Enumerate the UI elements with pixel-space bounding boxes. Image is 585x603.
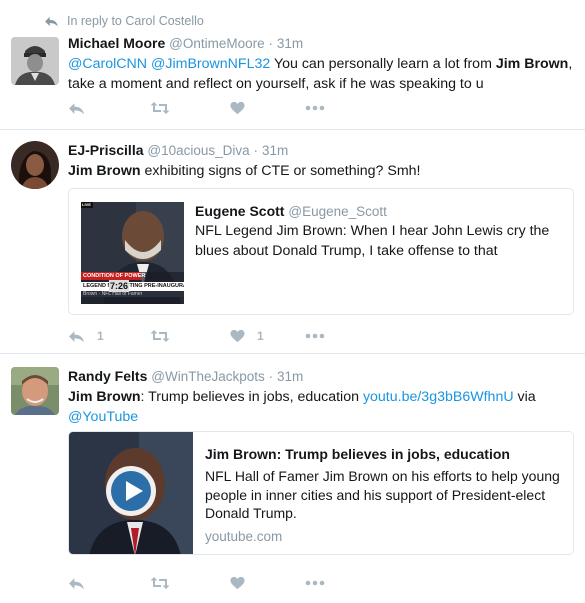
quoted-author-name[interactable]: Eugene Scott [195,203,284,219]
reply-icon [69,577,84,589]
author-handle[interactable]: @WinTheJackpots [151,369,265,384]
tweet-header: Randy Felts @WinTheJackpots · 31m [68,367,573,386]
tweet[interactable]: Michael Moore @OntimeMoore · 31m @CarolC… [0,0,585,130]
mention-link[interactable]: @YouTube [68,409,138,425]
tweet-text-part: exhibiting signs of CTE or something? Sm… [140,163,421,179]
avatar[interactable] [11,367,59,415]
retweet-button[interactable] [150,576,230,590]
thumbnail-banner: CONDITION OF POWER [83,273,146,279]
tweet-text: @CarolCNN @JimBrownNFL32 You can persona… [68,55,573,94]
separator-dot: · [268,369,274,384]
reply-button[interactable] [68,102,150,115]
author-name[interactable]: Michael Moore [68,35,165,51]
retweet-icon [150,577,170,589]
author-handle[interactable]: @10acious_Diva [147,143,249,158]
timestamp[interactable]: 31m [277,36,303,51]
tweet-header: EJ-Priscilla @10acious_Diva · 31m [68,141,573,160]
url-link[interactable]: youtu.be/3g3bB6WfhnU [363,389,514,405]
separator-dot: · [268,36,274,51]
more-dots-icon [305,333,325,339]
heart-icon [230,329,245,343]
like-button[interactable] [230,576,305,590]
like-button[interactable] [230,101,305,115]
reply-count: 1 [97,329,104,343]
tweet[interactable]: Randy Felts @WinTheJackpots · 31m Jim Br… [0,354,585,603]
more-dots-icon [305,105,325,111]
separator-dot: · [253,143,259,158]
heart-icon [230,576,245,590]
thumbnail-tag: LIVE [82,202,91,207]
author-name[interactable]: EJ-Priscilla [68,142,144,158]
quoted-tweet-header: Eugene Scott @Eugene_Scott [195,202,561,221]
video-thumbnail[interactable] [69,432,193,554]
quoted-tweet-thumbnail[interactable]: LIVE CONDITION OF POWER LEGEND NO-HOSTIN… [81,202,184,304]
thumbnail-caption: Brown · NFL Hall of Famer [83,291,143,297]
more-dots-icon [305,580,325,586]
tweet[interactable]: EJ-Priscilla @10acious_Diva · 31m Jim Br… [0,130,585,354]
reply-button[interactable] [68,577,150,590]
like-count: 1 [257,329,264,343]
like-button[interactable]: 1 [230,329,305,343]
retweet-button[interactable] [150,101,230,115]
retweet-icon [150,102,170,114]
highlighted-term: Jim Brown [68,163,141,179]
more-button[interactable] [305,105,325,111]
heart-icon [230,101,245,115]
tweet-text: Jim Brown exhibiting signs of CTE or som… [68,162,573,182]
timestamp[interactable]: 31m [277,369,303,384]
highlighted-term: Jim Brown [495,56,569,72]
reply-icon [69,102,84,114]
reply-button[interactable]: 1 [68,329,150,343]
tweet-text-part: via [513,389,536,405]
tweet-header: Michael Moore @OntimeMoore · 31m [68,34,573,53]
timestamp[interactable]: 31m [262,143,288,158]
quoted-tweet[interactable]: LIVE CONDITION OF POWER LEGEND NO-HOSTIN… [68,188,574,315]
retweet-button[interactable] [150,329,230,343]
link-card[interactable]: Jim Brown: Trump believes in jobs, educa… [68,431,574,555]
tweet-text-part: You can personally learn a lot from [270,56,496,72]
retweet-icon [150,330,170,342]
reply-icon [69,330,84,342]
author-handle[interactable]: @OntimeMoore [169,36,264,51]
author-name[interactable]: Randy Felts [68,368,147,384]
highlighted-term: Jim Brown [68,389,141,405]
mention-link[interactable]: @JimBrownNFL32 [151,56,270,72]
card-domain[interactable]: youtube.com [205,528,561,546]
more-button[interactable] [305,333,325,339]
mention-link[interactable]: @CarolCNN [68,56,147,72]
quoted-author-handle[interactable]: @Eugene_Scott [288,204,387,219]
more-button[interactable] [305,580,325,586]
tweet-text: Jim Brown: Trump believes in jobs, educa… [68,388,573,427]
tweet-text-part: : Trump believes in jobs, education [140,389,363,405]
avatar[interactable] [11,37,59,85]
avatar[interactable] [11,141,59,189]
quoted-tweet-text: NFL Legend Jim Brown: When I hear John L… [195,223,550,259]
card-title[interactable]: Jim Brown: Trump believes in jobs, educa… [205,445,561,464]
thumbnail-banner: LEGEND NO-HOSTING PRE-INAUGURAT [83,283,184,289]
play-icon[interactable] [124,480,144,502]
card-description: NFL Hall of Famer Jim Brown on his effor… [205,468,560,521]
